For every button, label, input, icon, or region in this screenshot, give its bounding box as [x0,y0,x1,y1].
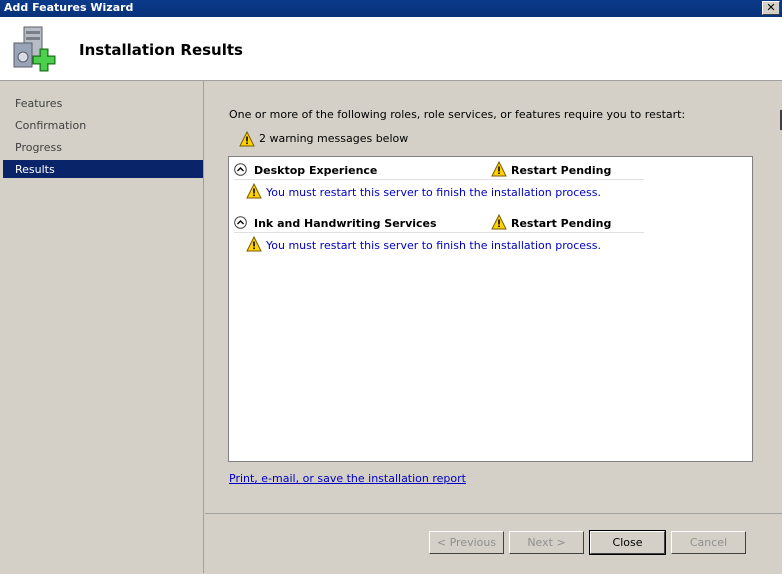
warning-icon [491,214,507,230]
wizard-content: One or more of the following roles, role… [205,81,782,513]
wizard-header: Installation Results [0,17,782,81]
intro-text: One or more of the following roles, role… [229,108,686,121]
window-titlebar: Add Features Wizard ✕ [0,0,782,17]
wizard-steps-sidebar: Features Confirmation Progress Results [0,81,204,573]
message-text: You must restart this server to finish t… [266,239,601,252]
collapse-icon[interactable] [234,163,247,176]
cancel-button[interactable]: Cancel [671,531,746,554]
sidebar-item-progress[interactable]: Progress [3,138,203,156]
wizard-footer: < Previous Next > Close Cancel [205,513,782,574]
warning-summary-text: 2 warning messages below [259,132,409,145]
result-header: Ink and Handwriting Services Restart Pen… [234,214,644,233]
window-title: Add Features Wizard [4,1,134,14]
status-text: Restart Pending [511,164,612,177]
feature-name: Desktop Experience [254,164,378,177]
result-header: Desktop Experience Restart Pending [234,161,644,180]
close-button[interactable]: Close [589,530,666,555]
previous-button[interactable]: < Previous [429,531,504,554]
result-item: Desktop Experience Restart Pending You m… [229,157,752,207]
next-button[interactable]: Next > [509,531,584,554]
message-text: You must restart this server to finish t… [266,186,601,199]
results-list: Desktop Experience Restart Pending You m… [228,156,753,462]
server-add-icon [13,26,56,72]
collapse-icon[interactable] [234,216,247,229]
feature-name: Ink and Handwriting Services [254,217,437,230]
window-close-button[interactable]: ✕ [762,1,780,15]
sidebar-item-confirmation[interactable]: Confirmation [3,116,203,134]
installation-report-link[interactable]: Print, e-mail, or save the installation … [229,472,466,485]
sidebar-item-results[interactable]: Results [3,160,203,178]
status-text: Restart Pending [511,217,612,230]
result-item: Ink and Handwriting Services Restart Pen… [229,210,752,260]
warning-icon [246,183,262,199]
warning-icon [491,161,507,177]
sidebar-item-features[interactable]: Features [3,94,203,112]
page-title: Installation Results [79,41,243,59]
warning-icon [246,236,262,252]
warning-icon [239,131,255,147]
